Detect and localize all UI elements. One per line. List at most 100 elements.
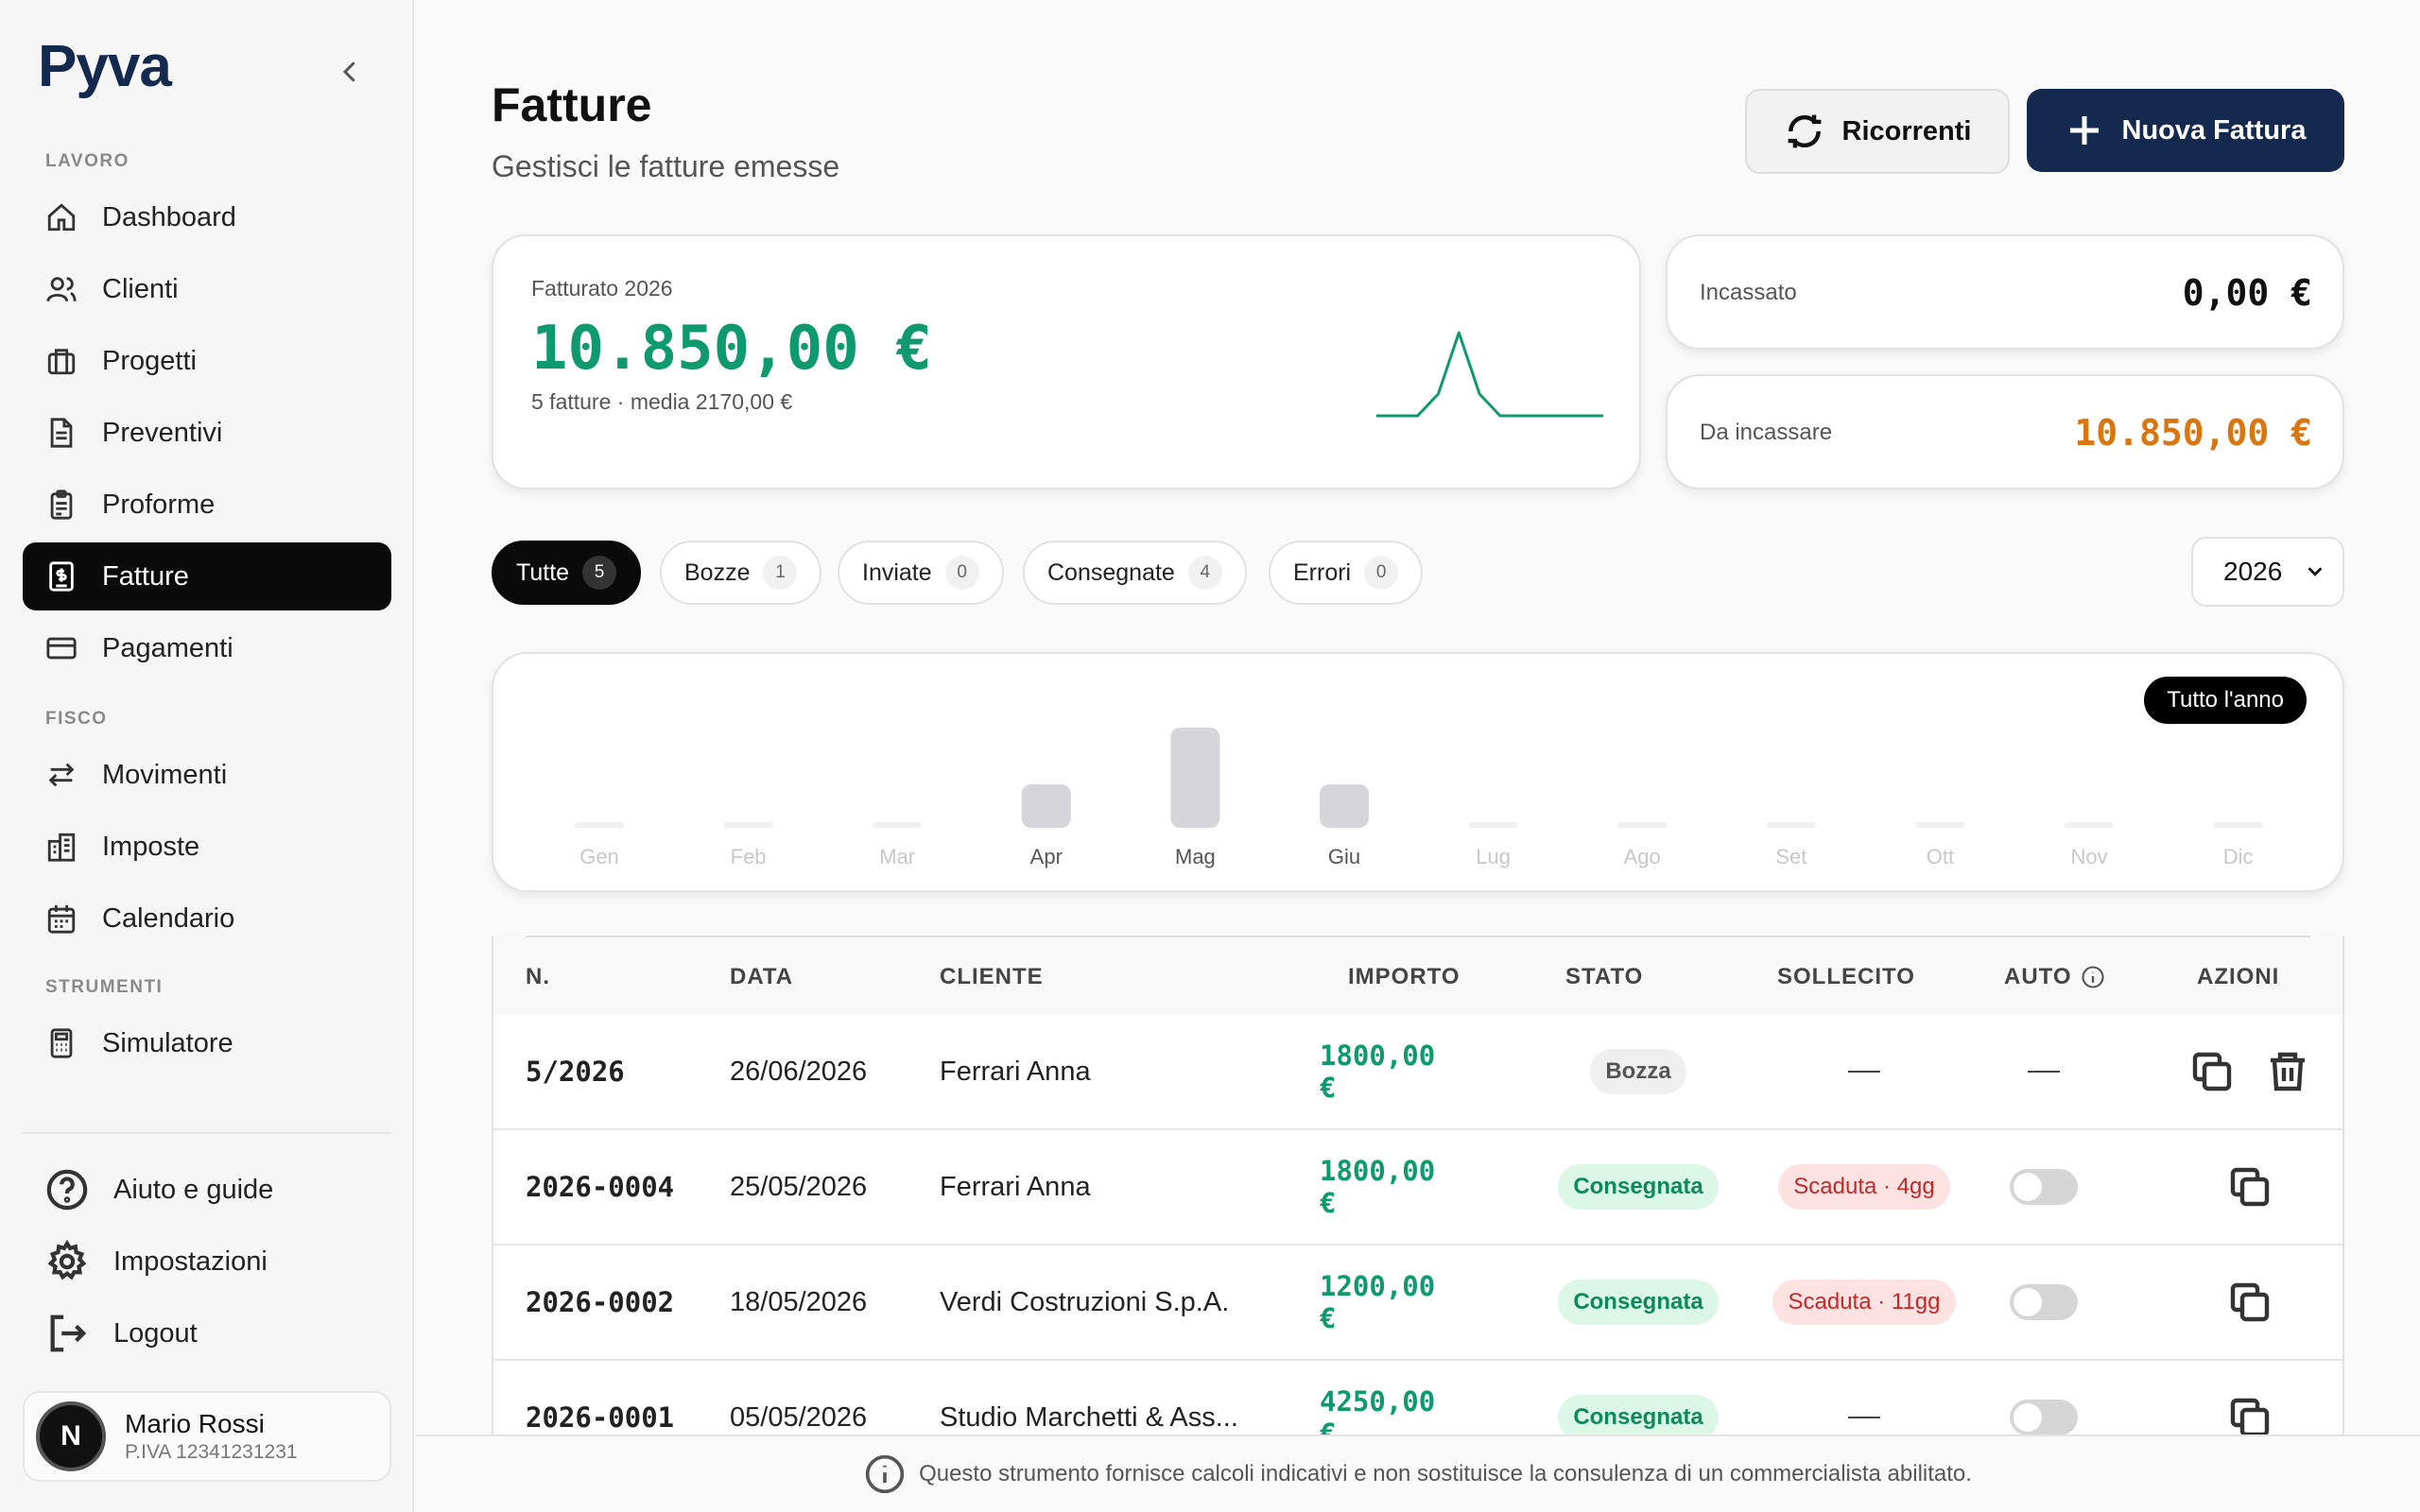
clipboard-icon [50,490,73,520]
period-pill[interactable]: Tutto l'anno [2144,677,2307,724]
invoice-amount: 1800,00 € [1320,1040,1436,1104]
chart-bar-set[interactable] [1766,822,1816,828]
chart-tick-label: Feb [731,845,767,868]
chart-bar-feb[interactable] [723,822,773,828]
app-logo[interactable]: Pyva [38,28,172,104]
billed-card: Fatturato 2026 10.850,00 € 5 fatture · m… [492,234,1641,490]
table-header: N. DATA CLIENTE IMPORTO STATO SOLLECITO … [492,936,2344,1015]
user-card[interactable]: N Mario Rossi P.IVA 12341231231 [23,1391,391,1482]
table-row[interactable]: 5/2026 26/06/2026 Ferrari Anna 1800,00 €… [492,1015,2344,1130]
reminder-cell [1751,1015,1978,1128]
sidebar-item-pagamenti[interactable]: Pagamenti [23,614,391,682]
auto-toggle[interactable] [2010,1169,2078,1205]
sidebar-item-label: Progetti [102,345,197,376]
billed-value: 10.850,00 € [531,314,932,384]
sidebar-item-simulatore[interactable]: Simulatore [23,1009,391,1077]
invoice-amount: 4250,00 € [1320,1385,1436,1436]
trash-icon[interactable] [2265,1049,2310,1094]
duplicate-icon[interactable] [2227,1164,2273,1210]
auto-toggle[interactable] [2010,1400,2078,1435]
calculator-icon [50,1028,73,1058]
invoice-icon [49,561,74,592]
filter-errors[interactable]: Errori 0 [1269,541,1424,605]
home-icon [47,203,76,232]
sidebar-divider [23,1132,391,1134]
table-row[interactable]: 2026-0004 25/05/2026 Ferrari Anna 1800,0… [492,1130,2344,1246]
logout-icon [50,1314,87,1352]
sidebar-item-label: Impostazioni [113,1246,268,1277]
recurring-button[interactable]: Ricorrenti [1745,89,2010,174]
sidebar-item-label: Clienti [102,273,179,304]
sidebar-item-imposte[interactable]: Imposte [23,813,391,881]
chart-bar-gen[interactable] [575,822,624,828]
chart-bar-nov[interactable] [2065,822,2114,828]
year-select-value: 2026 [2223,557,2283,586]
chart-bar-giu[interactable] [1320,784,1369,828]
info-icon[interactable] [2080,964,2106,990]
chart-bar-dic[interactable] [2213,822,2263,828]
filter-drafts[interactable]: Bozze 1 [660,541,822,605]
sidebar-item-proforme[interactable]: Proforme [23,471,391,539]
actions-cell [2174,1246,2325,1359]
chart-bar-mag[interactable] [1170,728,1220,828]
logo-text: Pyva [38,33,172,99]
monthly-chart-card: Gen Feb Mar Apr Mag Giu Lug Ago Set Ott Nov Dic Tut… [492,652,2344,892]
user-name: Mario Rossi [125,1409,265,1438]
filter-all[interactable]: Tutte 5 [492,541,642,605]
to-collect-label: Da incassare [1700,420,1833,445]
filter-sent[interactable]: Inviate 0 [838,541,1004,605]
duplicate-icon[interactable] [2227,1280,2273,1325]
chart-bar-apr[interactable] [1021,784,1071,828]
sidebar-item-logout[interactable]: Logout [45,1312,198,1355]
disclaimer-footer: Questo strumento fornisce calcoli indica… [416,1435,2420,1512]
th-auto: AUTO [2004,964,2106,990]
chart-bar-ott[interactable] [1915,822,1965,828]
invoice-date: 26/06/2026 [730,1056,868,1087]
sidebar-item-calendario[interactable]: Calendario [23,885,391,953]
invoice-number[interactable]: 2026-0004 [526,1130,674,1244]
invoice-number[interactable]: 2026-0001 [526,1361,674,1436]
chart-bar-mar[interactable] [873,822,923,828]
filter-count: 0 [1364,556,1399,590]
invoices-table: N. DATA CLIENTE IMPORTO STATO SOLLECITO … [492,936,2344,1436]
chart-bar-ago[interactable] [1617,822,1668,828]
empty-dash [1848,1417,1880,1418]
invoice-number[interactable]: 2026-0002 [526,1246,674,1359]
table-top-divider [526,936,2310,937]
collapse-sidebar-button[interactable] [333,55,367,89]
filter-label: Consegnate [1047,558,1175,586]
sidebar-item-fatture[interactable]: Fatture [23,542,391,610]
sidebar-item-settings[interactable]: Impostazioni [45,1240,268,1283]
auto-cell [1989,1361,2099,1436]
table-row[interactable]: 2026-0002 18/05/2026 Verdi Costruzioni S… [492,1246,2344,1361]
sidebar-item-clienti[interactable]: Clienti [23,255,391,323]
auto-cell [1989,1015,2099,1128]
year-select[interactable]: 2026 [2191,537,2344,607]
sidebar-item-movimenti[interactable]: Movimenti [23,741,391,809]
invoice-amount: 1800,00 € [1320,1155,1436,1219]
duplicate-icon[interactable] [2189,1049,2235,1094]
sidebar-item-label: Logout [113,1317,198,1349]
filter-delivered[interactable]: Consegnate 4 [1023,541,1247,605]
sidebar-item-progetti[interactable]: Progetti [23,327,391,395]
sidebar-item-label: Calendario [102,902,235,934]
chart-bar-lug[interactable] [1468,822,1518,828]
filter-count: 1 [763,556,798,590]
collected-card: Incassato 0,00 € [1666,234,2344,350]
invoice-number[interactable]: 5/2026 [526,1015,625,1128]
sidebar-item-preventivi[interactable]: Preventivi [23,399,391,467]
duplicate-icon[interactable] [2227,1395,2273,1436]
sidebar-item-label: Fatture [102,560,189,592]
auto-toggle[interactable] [2010,1284,2078,1320]
disclaimer-text: Questo strumento fornisce calcoli indica… [919,1461,1972,1486]
invoice-amount: 1200,00 € [1320,1270,1436,1334]
collected-value: 0,00 € [2182,272,2312,314]
section-label-tools: STRUMENTI [45,977,164,997]
filter-count: 4 [1187,556,1222,590]
table-row[interactable]: 2026-0001 05/05/2026 Studio Marchetti & … [492,1361,2344,1436]
empty-dash [2028,1071,2060,1073]
new-invoice-button[interactable]: Nuova Fattura [2027,89,2344,172]
sidebar-item-dashboard[interactable]: Dashboard [23,183,391,251]
to-collect-card: Da incassare 10.850,00 € [1666,374,2344,490]
sidebar-item-help[interactable]: Aiuto e guide [45,1168,273,1211]
